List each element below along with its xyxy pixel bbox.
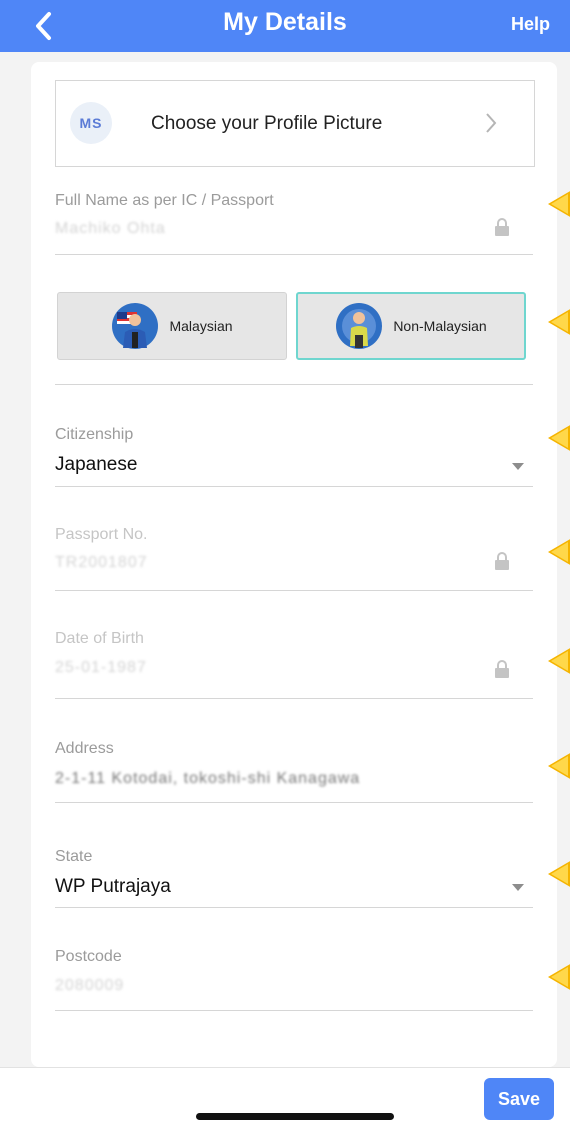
annotation-marker: [548, 424, 570, 452]
postcode-label: Postcode: [55, 948, 122, 965]
nationality-underline: [55, 384, 533, 385]
lock-icon: [495, 552, 509, 570]
chevron-down-icon[interactable]: [512, 884, 524, 891]
save-button[interactable]: Save: [484, 1078, 554, 1120]
chevron-left-icon: [36, 12, 51, 40]
dob-field: 25-01-1987: [55, 659, 147, 676]
full-name-field: Machiko Ohta: [55, 220, 166, 237]
annotation-marker: [548, 963, 570, 991]
non-malaysian-option-label: Non-Malaysian: [393, 318, 487, 334]
page-title: My Details: [223, 8, 347, 36]
full-name-underline: [55, 254, 533, 255]
annotation-marker: [548, 538, 570, 566]
annotation-marker: [548, 190, 570, 218]
chevron-right-icon: [486, 113, 497, 133]
top-nav-bar: My Details Help: [0, 0, 570, 52]
annotation-marker: [548, 308, 570, 336]
state-select[interactable]: WP Putrajaya: [55, 876, 171, 898]
details-form-card: MS Choose your Profile Picture Full Name…: [31, 62, 557, 1067]
malaysian-person-icon: [112, 303, 159, 349]
passport-underline: [55, 590, 533, 591]
avatar: MS: [70, 102, 112, 144]
postcode-field[interactable]: 2080009: [55, 977, 124, 995]
annotation-marker: [548, 860, 570, 888]
malaysian-option[interactable]: Malaysian: [57, 292, 287, 360]
passport-field: TR2001807: [55, 554, 148, 571]
state-label: State: [55, 848, 93, 865]
lock-icon: [495, 218, 509, 236]
citizenship-underline: [55, 486, 533, 487]
address-field[interactable]: 2-1-11 Kotodai, tokoshi-shi Kanagawa: [55, 770, 360, 788]
postcode-underline: [55, 1010, 533, 1011]
back-button[interactable]: [28, 6, 58, 46]
annotation-marker: [548, 647, 570, 675]
profile-picture-label: Choose your Profile Picture: [151, 113, 383, 134]
dob-underline: [55, 698, 533, 699]
address-label: Address: [55, 740, 114, 757]
non-malaysian-person-icon: [336, 303, 383, 349]
full-name-label: Full Name as per IC / Passport: [55, 192, 274, 209]
chevron-down-icon[interactable]: [512, 463, 524, 470]
malaysian-option-label: Malaysian: [169, 318, 233, 334]
citizenship-label: Citizenship: [55, 426, 134, 443]
address-underline: [55, 802, 533, 803]
lock-icon: [495, 660, 509, 678]
help-link[interactable]: Help: [511, 14, 550, 35]
annotation-marker: [548, 752, 570, 780]
home-indicator: [196, 1113, 394, 1120]
passport-label: Passport No.: [55, 526, 148, 543]
profile-picture-selector[interactable]: MS Choose your Profile Picture: [55, 80, 535, 167]
citizenship-select[interactable]: Japanese: [55, 454, 137, 476]
non-malaysian-option[interactable]: Non-Malaysian: [296, 292, 526, 360]
state-underline: [55, 907, 533, 908]
dob-label: Date of Birth: [55, 630, 144, 647]
